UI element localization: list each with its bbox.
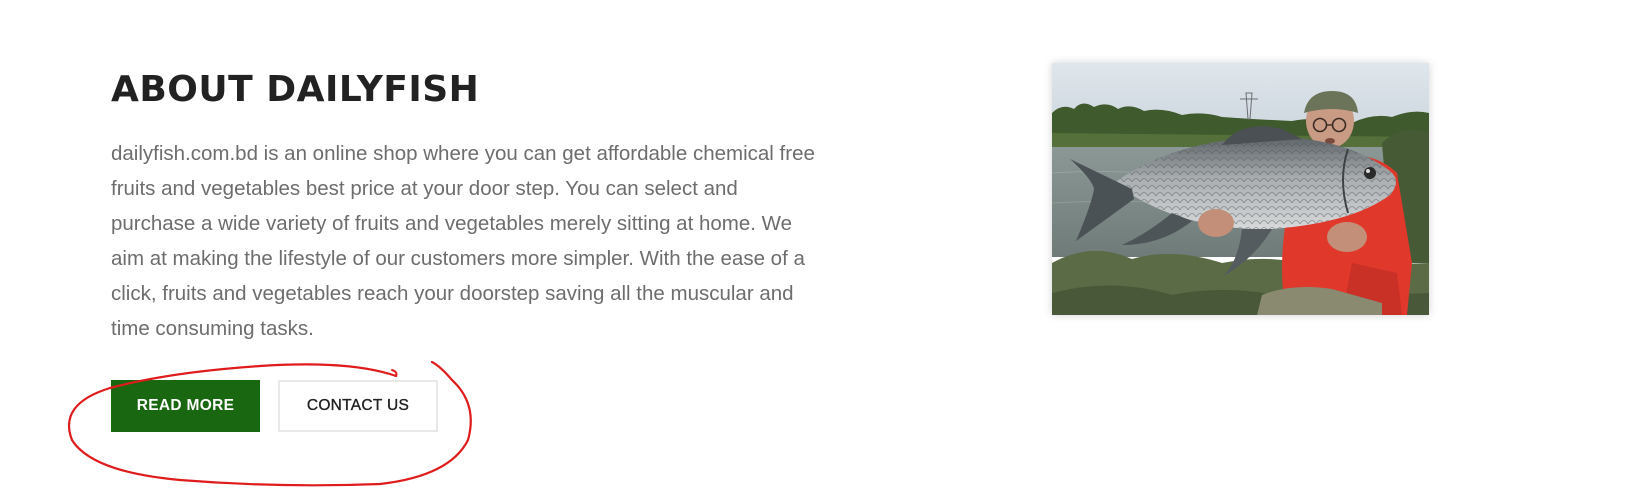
about-text-block: ABOUT DAILYFISH dailyfish.com.bd is an o…: [111, 62, 831, 346]
about-description: dailyfish.com.bd is an online shop where…: [111, 142, 815, 340]
about-section: ABOUT DAILYFISH dailyfish.com.bd is an o…: [0, 0, 1634, 497]
contact-us-button[interactable]: CONTACT US: [278, 380, 438, 432]
about-photo: [1052, 63, 1429, 315]
fish-photo-illustration: [1052, 63, 1429, 315]
about-title: ABOUT DAILYFISH: [111, 69, 480, 110]
read-more-button[interactable]: READ MORE: [111, 380, 260, 432]
